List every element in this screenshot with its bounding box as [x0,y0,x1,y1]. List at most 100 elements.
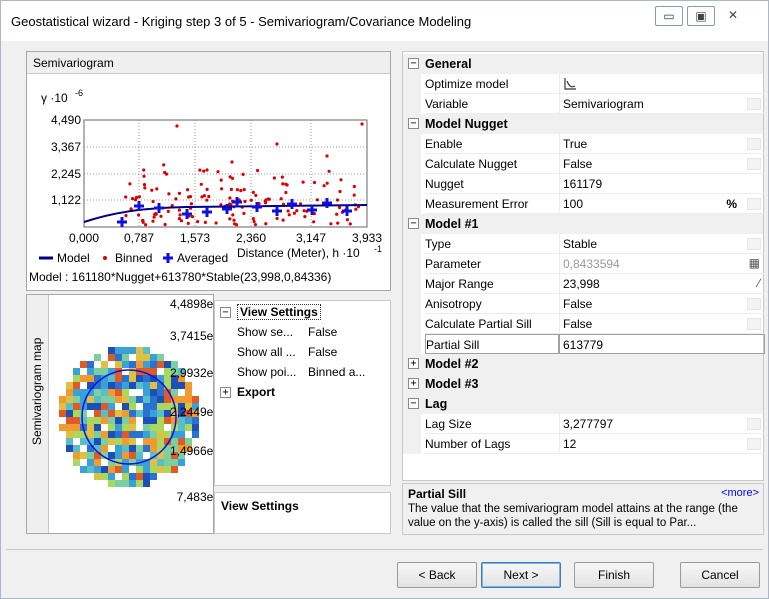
partial-sill-input[interactable]: 613779 [559,334,765,354]
prop-type[interactable]: Type Stable [403,234,765,254]
section-lag[interactable]: − Lag [403,394,763,414]
collapse-icon[interactable]: − [408,118,419,129]
dropdown-icon[interactable] [747,138,761,150]
binned-point [336,221,340,225]
map-cell [129,424,136,431]
back-button[interactable]: < Back [397,562,477,588]
prop-key: Calculate Partial Sill [425,314,559,334]
prop-partial-sill[interactable]: Partial Sill 613779 [403,334,765,354]
x-tick-label: 3,933 [352,231,382,245]
map-cell [94,431,101,438]
setting-value[interactable]: False [308,345,378,359]
export-section[interactable]: + Export [215,383,390,403]
calculator-icon[interactable]: ▦ [749,256,760,270]
prop-value[interactable]: False [559,154,765,174]
maximize-button[interactable]: ▣ [687,6,715,26]
view-setting-row[interactable]: Show all ... False [215,343,390,363]
section-model-3[interactable]: + Model #3 [403,374,763,394]
section-label: Model #2 [425,357,479,371]
binned-point [251,217,255,221]
dropdown-icon[interactable] [747,418,761,430]
prop-major-range[interactable]: Major Range 23,998 ⁄ [403,274,765,294]
prop-value[interactable]: Semivariogram [559,94,765,114]
map-cell [87,424,94,431]
dropdown-icon[interactable] [747,318,761,330]
prop-value[interactable]: False [559,294,765,314]
prop-lag-size[interactable]: Lag Size 3,277797 [403,414,765,434]
divider [6,549,763,550]
prop-variable[interactable]: Variable Semivariogram [403,94,765,114]
prop-key: Measurement Error [425,194,559,214]
map-cell [94,459,101,466]
collapse-icon[interactable]: − [220,307,231,318]
setting-key: Show se... [237,325,294,339]
pencil-icon[interactable]: ⁄ [758,276,760,290]
section-model-nugget[interactable]: − Model Nugget [403,114,763,134]
dropdown-icon[interactable] [747,98,761,110]
section-model-2[interactable]: + Model #2 [403,354,763,374]
prop-optimize-model[interactable]: Optimize model [403,74,765,94]
prop-anisotropy[interactable]: Anisotropy False [403,294,765,314]
prop-enable[interactable]: Enable True [403,134,765,154]
map-cell [122,417,129,424]
map-cell [115,466,122,473]
legend-averaged-swatch [163,253,173,263]
finish-button[interactable]: Finish [574,562,654,588]
prop-calculate-nugget[interactable]: Calculate Nugget False [403,154,765,174]
prop-value[interactable]: 0,8433594 ▦ [559,254,765,274]
minimize-button[interactable]: ▭ [655,6,683,26]
binned-point [292,211,296,215]
map-cell [150,403,157,410]
map-cell [59,431,66,438]
semivariogram-chart[interactable]: 4,490 3,367 2,245 1,122 0,000 0,787 1,573 2,360… [27,74,390,270]
map-cell [108,382,115,389]
prop-value[interactable]: Stable [559,234,765,254]
collapse-icon[interactable]: − [408,58,419,69]
expand-icon[interactable]: + [408,358,419,369]
prop-nugget[interactable]: Nugget 161179 [403,174,765,194]
prop-calculate-partial-sill[interactable]: Calculate Partial Sill False [403,314,765,334]
dropdown-icon[interactable] [747,298,761,310]
prop-value[interactable]: 100% [559,194,765,214]
prop-value[interactable]: False [559,314,765,334]
binned-point [256,168,260,173]
dropdown-icon[interactable] [747,238,761,250]
prop-measurement-error[interactable]: Measurement Error 100% [403,194,765,214]
optimize-icon[interactable] [563,77,577,91]
map-cell [108,375,115,382]
prop-value[interactable]: 12 [559,434,765,454]
dropdown-icon[interactable] [747,158,761,170]
collapse-icon[interactable]: − [408,218,419,229]
dropdown-icon[interactable] [747,198,761,210]
prop-number-of-lags[interactable]: Number of Lags 12 [403,434,765,454]
expand-icon[interactable]: + [220,387,231,398]
close-button[interactable]: ✕ [719,6,747,26]
expand-icon[interactable]: + [408,378,419,389]
prop-parameter[interactable]: Parameter 0,8433594 ▦ [403,254,765,274]
map-cell [157,466,164,473]
prop-value[interactable]: 161179 [559,174,765,194]
section-general[interactable]: − General [403,54,763,74]
prop-value[interactable] [559,74,765,94]
semivariogram-map[interactable]: 4,4898e6 3,7415e6 2,9932e6 2,2449e6 1,4966e6… [49,295,213,533]
prop-value[interactable]: 3,277797 [559,414,765,434]
view-setting-row[interactable]: Show poi... Binned a... [215,363,390,383]
binned-point [243,199,247,204]
dropdown-icon[interactable] [747,438,761,450]
collapse-icon[interactable]: − [408,398,419,409]
view-setting-row[interactable]: Show se... False [215,323,390,343]
view-settings-description: View Settings [214,492,391,534]
more-link[interactable]: <more> [721,487,759,499]
setting-value[interactable]: False [308,325,378,339]
map-cell [101,354,108,361]
prop-value[interactable]: True [559,134,765,154]
view-settings-section[interactable]: − View Settings [215,303,390,323]
cancel-button[interactable]: Cancel [680,562,760,588]
next-button[interactable]: Next > [481,562,561,588]
binned-point [159,214,163,218]
section-model-1[interactable]: − Model #1 [403,214,763,234]
prop-value[interactable]: 23,998 ⁄ [559,274,765,294]
help-title: Partial Sill [408,487,467,501]
setting-value[interactable]: Binned a... [308,365,378,379]
binned-point [219,178,223,182]
